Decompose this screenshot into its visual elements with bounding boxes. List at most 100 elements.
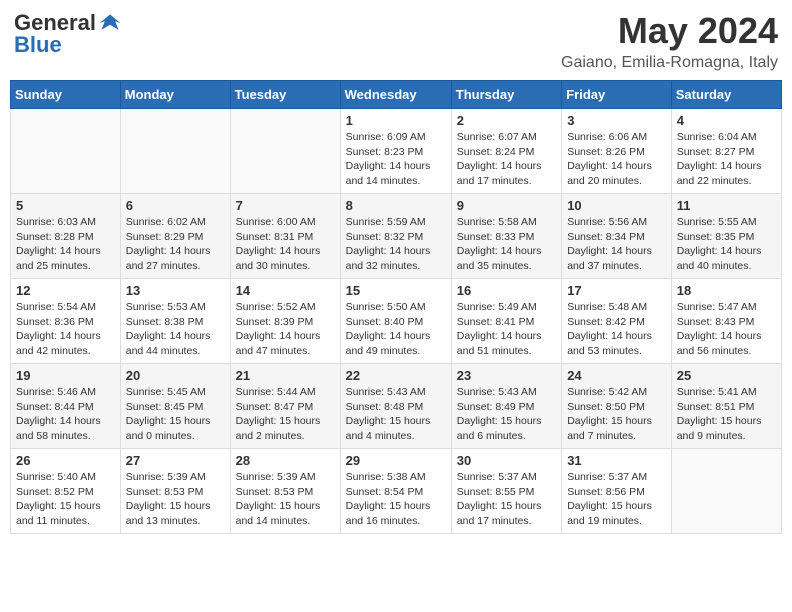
day-info: Sunrise: 6:03 AM Sunset: 8:28 PM Dayligh… (16, 215, 115, 274)
day-info: Sunrise: 5:52 AM Sunset: 8:39 PM Dayligh… (236, 300, 335, 359)
calendar-day-cell: 3 Sunrise: 6:06 AM Sunset: 8:26 PM Daylig… (562, 109, 672, 194)
day-number: 21 (236, 368, 335, 383)
day-info: Sunrise: 5:37 AM Sunset: 8:55 PM Dayligh… (457, 470, 556, 529)
day-info: Sunrise: 5:46 AM Sunset: 8:44 PM Dayligh… (16, 385, 115, 444)
day-of-week-header: Monday (120, 81, 230, 109)
day-number: 16 (457, 283, 556, 298)
calendar-day-cell: 13 Sunrise: 5:53 AM Sunset: 8:38 PM Dayli… (120, 279, 230, 364)
day-info: Sunrise: 5:56 AM Sunset: 8:34 PM Dayligh… (567, 215, 666, 274)
day-info: Sunrise: 5:37 AM Sunset: 8:56 PM Dayligh… (567, 470, 666, 529)
day-number: 7 (236, 198, 335, 213)
day-number: 25 (677, 368, 776, 383)
calendar-day-cell: 5 Sunrise: 6:03 AM Sunset: 8:28 PM Daylig… (11, 194, 121, 279)
day-number: 20 (126, 368, 225, 383)
day-number: 15 (346, 283, 446, 298)
day-info: Sunrise: 5:55 AM Sunset: 8:35 PM Dayligh… (677, 215, 776, 274)
day-of-week-header: Saturday (671, 81, 781, 109)
calendar-week-row: 12Sunrise: 5:54 AM Sunset: 8:36 PM Dayli… (11, 279, 782, 364)
day-info: Sunrise: 5:48 AM Sunset: 8:42 PM Dayligh… (567, 300, 666, 359)
calendar-day-cell: 8 Sunrise: 5:59 AM Sunset: 8:32 PM Daylig… (340, 194, 451, 279)
day-info: Sunrise: 5:39 AM Sunset: 8:53 PM Dayligh… (126, 470, 225, 529)
day-number: 28 (236, 453, 335, 468)
calendar-day-cell: 6 Sunrise: 6:02 AM Sunset: 8:29 PM Daylig… (120, 194, 230, 279)
day-number: 3 (567, 113, 666, 128)
day-number: 26 (16, 453, 115, 468)
calendar-day-cell: 22 Sunrise: 5:43 AM Sunset: 8:48 PM Dayli… (340, 364, 451, 449)
day-info: Sunrise: 5:42 AM Sunset: 8:50 PM Dayligh… (567, 385, 666, 444)
calendar-day-cell: 4Sunrise: 6:04 AM Sunset: 8:27 PM Daylig… (671, 109, 781, 194)
calendar-day-cell (230, 109, 340, 194)
day-info: Sunrise: 5:53 AM Sunset: 8:38 PM Dayligh… (126, 300, 225, 359)
calendar-day-cell: 18 Sunrise: 5:47 AM Sunset: 8:43 PM Dayli… (671, 279, 781, 364)
logo-blue-text: Blue (14, 32, 62, 58)
day-number: 12 (16, 283, 115, 298)
title-block: May 2024 Gaiano, Emilia-Romagna, Italy (561, 10, 778, 72)
calendar-table: SundayMondayTuesdayWednesdayThursdayFrid… (10, 80, 782, 534)
day-number: 19 (16, 368, 115, 383)
day-number: 1 (346, 113, 446, 128)
location-title: Gaiano, Emilia-Romagna, Italy (561, 54, 778, 72)
logo: General Blue (14, 10, 122, 58)
calendar-day-cell: 17 Sunrise: 5:48 AM Sunset: 8:42 PM Dayli… (562, 279, 672, 364)
day-info: Sunrise: 5:47 AM Sunset: 8:43 PM Dayligh… (677, 300, 776, 359)
day-number: 13 (126, 283, 225, 298)
calendar-day-cell: 30Sunrise: 5:37 AM Sunset: 8:55 PM Dayli… (451, 449, 561, 534)
calendar-week-row: 5 Sunrise: 6:03 AM Sunset: 8:28 PM Daylig… (11, 194, 782, 279)
day-number: 22 (346, 368, 446, 383)
day-info: Sunrise: 5:59 AM Sunset: 8:32 PM Dayligh… (346, 215, 446, 274)
calendar-day-cell: 26 Sunrise: 5:40 AM Sunset: 8:52 PM Dayli… (11, 449, 121, 534)
day-number: 31 (567, 453, 666, 468)
day-number: 8 (346, 198, 446, 213)
calendar-day-cell: 29Sunrise: 5:38 AM Sunset: 8:54 PM Dayli… (340, 449, 451, 534)
day-number: 2 (457, 113, 556, 128)
calendar-day-cell: 24 Sunrise: 5:42 AM Sunset: 8:50 PM Dayli… (562, 364, 672, 449)
day-number: 6 (126, 198, 225, 213)
calendar-week-row: 1 Sunrise: 6:09 AM Sunset: 8:23 PM Daylig… (11, 109, 782, 194)
calendar-day-cell: 1 Sunrise: 6:09 AM Sunset: 8:23 PM Daylig… (340, 109, 451, 194)
page-header: General Blue May 2024 Gaiano, Emilia-Rom… (10, 10, 782, 72)
calendar-day-cell: 20 Sunrise: 5:45 AM Sunset: 8:45 PM Dayli… (120, 364, 230, 449)
day-info: Sunrise: 5:40 AM Sunset: 8:52 PM Dayligh… (16, 470, 115, 529)
day-number: 17 (567, 283, 666, 298)
day-number: 18 (677, 283, 776, 298)
calendar-day-cell: 2 Sunrise: 6:07 AM Sunset: 8:24 PM Daylig… (451, 109, 561, 194)
day-info: Sunrise: 6:02 AM Sunset: 8:29 PM Dayligh… (126, 215, 225, 274)
day-info: Sunrise: 5:43 AM Sunset: 8:49 PM Dayligh… (457, 385, 556, 444)
day-of-week-header: Sunday (11, 81, 121, 109)
day-number: 23 (457, 368, 556, 383)
logo-bird-icon (98, 11, 122, 35)
day-info: Sunrise: 5:44 AM Sunset: 8:47 PM Dayligh… (236, 385, 335, 444)
month-title: May 2024 (561, 10, 778, 52)
calendar-day-cell: 25Sunrise: 5:41 AM Sunset: 8:51 PM Dayli… (671, 364, 781, 449)
day-number: 14 (236, 283, 335, 298)
day-info: Sunrise: 6:09 AM Sunset: 8:23 PM Dayligh… (346, 130, 446, 189)
calendar-week-row: 26 Sunrise: 5:40 AM Sunset: 8:52 PM Dayli… (11, 449, 782, 534)
day-info: Sunrise: 6:06 AM Sunset: 8:26 PM Dayligh… (567, 130, 666, 189)
day-number: 9 (457, 198, 556, 213)
calendar-day-cell: 21 Sunrise: 5:44 AM Sunset: 8:47 PM Dayli… (230, 364, 340, 449)
day-number: 11 (677, 198, 776, 213)
calendar-day-cell: 7 Sunrise: 6:00 AM Sunset: 8:31 PM Daylig… (230, 194, 340, 279)
day-info: Sunrise: 5:45 AM Sunset: 8:45 PM Dayligh… (126, 385, 225, 444)
calendar-day-cell: 28 Sunrise: 5:39 AM Sunset: 8:53 PM Dayli… (230, 449, 340, 534)
day-number: 4 (677, 113, 776, 128)
calendar-day-cell: 19 Sunrise: 5:46 AM Sunset: 8:44 PM Dayli… (11, 364, 121, 449)
day-of-week-header: Tuesday (230, 81, 340, 109)
calendar-day-cell: 23 Sunrise: 5:43 AM Sunset: 8:49 PM Dayli… (451, 364, 561, 449)
day-number: 5 (16, 198, 115, 213)
calendar-week-row: 19 Sunrise: 5:46 AM Sunset: 8:44 PM Dayli… (11, 364, 782, 449)
calendar-day-cell (120, 109, 230, 194)
day-info: Sunrise: 6:00 AM Sunset: 8:31 PM Dayligh… (236, 215, 335, 274)
calendar-day-cell (671, 449, 781, 534)
calendar-day-cell: 12Sunrise: 5:54 AM Sunset: 8:36 PM Dayli… (11, 279, 121, 364)
day-info: Sunrise: 5:39 AM Sunset: 8:53 PM Dayligh… (236, 470, 335, 529)
day-number: 24 (567, 368, 666, 383)
calendar-day-cell: 9Sunrise: 5:58 AM Sunset: 8:33 PM Daylig… (451, 194, 561, 279)
day-number: 29 (346, 453, 446, 468)
day-info: Sunrise: 5:43 AM Sunset: 8:48 PM Dayligh… (346, 385, 446, 444)
calendar-day-cell: 16 Sunrise: 5:49 AM Sunset: 8:41 PM Dayli… (451, 279, 561, 364)
calendar-day-cell: 31 Sunrise: 5:37 AM Sunset: 8:56 PM Dayli… (562, 449, 672, 534)
day-info: Sunrise: 5:49 AM Sunset: 8:41 PM Dayligh… (457, 300, 556, 359)
day-info: Sunrise: 6:07 AM Sunset: 8:24 PM Dayligh… (457, 130, 556, 189)
calendar-day-cell: 15Sunrise: 5:50 AM Sunset: 8:40 PM Dayli… (340, 279, 451, 364)
